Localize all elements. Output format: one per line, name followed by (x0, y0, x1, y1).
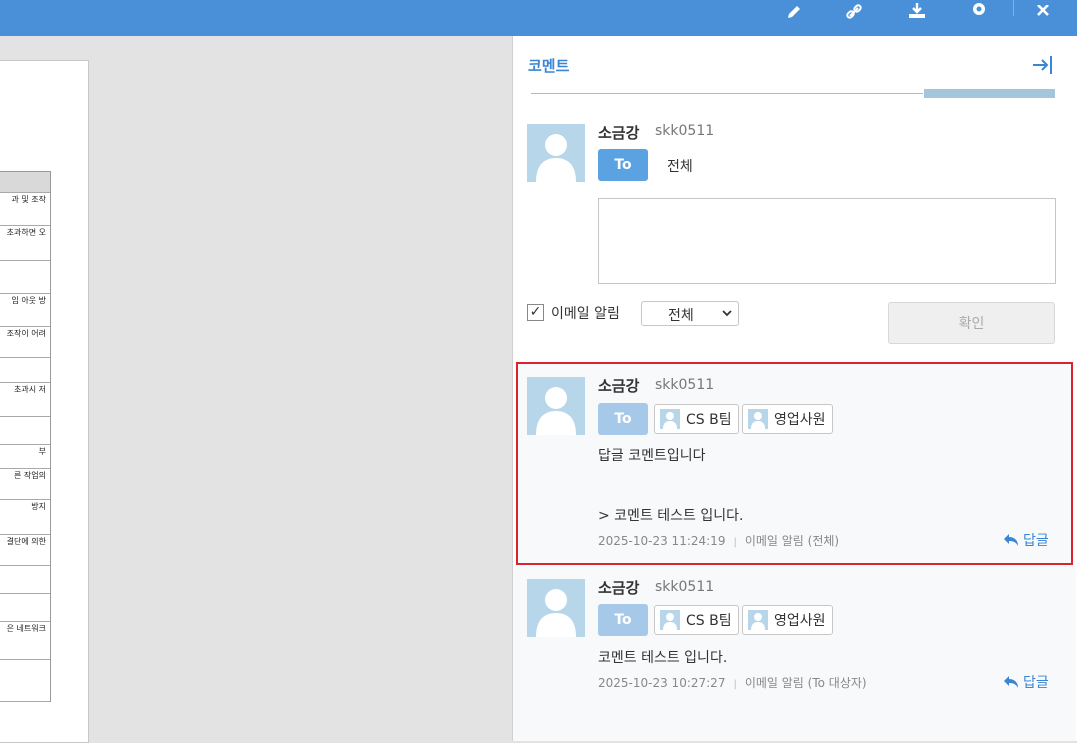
recipient-name: CS B팀 (686, 412, 732, 428)
table-row (0, 417, 50, 445)
settings-icon[interactable] (961, 0, 997, 24)
close-icon[interactable] (1025, 0, 1061, 24)
confirm-button[interactable]: 확인 (888, 302, 1055, 344)
email-target-value: 전체 (668, 308, 694, 324)
document-preview: 과 및 조작 초과하면 오 임 아웃 방 조작이 어려 초과시 저 부 른 작업… (0, 36, 512, 743)
pencil-icon[interactable] (776, 0, 812, 24)
chevron-down-icon (722, 310, 732, 317)
recipient-chip[interactable]: CS B팀 (654, 605, 739, 635)
user-icon (748, 610, 768, 630)
recipient-chip[interactable]: CS B팀 (654, 404, 739, 434)
table-row: 른 작업의 (0, 469, 50, 500)
reply-button[interactable]: 답글 (1003, 672, 1049, 692)
document-table: 과 및 조작 초과하면 오 임 아웃 방 조작이 어려 초과시 저 부 른 작업… (0, 171, 51, 702)
timestamp: 2025-10-23 10:27:27 (598, 676, 726, 690)
collapse-panel-icon[interactable] (1031, 54, 1055, 76)
table-row (0, 171, 50, 193)
reply-icon (1004, 676, 1018, 688)
email-notify-checkbox[interactable]: ✓ (527, 304, 544, 321)
table-row (0, 261, 50, 294)
recipient-name: 영업사원 (774, 412, 826, 428)
table-row (0, 660, 50, 702)
table-row: 방지 (0, 500, 50, 535)
quoted-text: > 코멘트 테스트 입니다. (598, 508, 744, 524)
recipient-name: 영업사원 (774, 613, 826, 629)
reply-label: 답글 (1023, 533, 1049, 549)
recipient-chip[interactable]: 영업사원 (742, 605, 833, 635)
comment-meta: 2025-10-23 10:27:27 | 이메일 알림 (To 대상자) (598, 676, 867, 690)
email-info: 이메일 알림 (To 대상자) (744, 676, 867, 690)
composer-user-id: skk0511 (655, 123, 715, 139)
table-row (0, 358, 50, 383)
comment-user-id: skk0511 (655, 579, 715, 595)
table-row: 과 및 조작 (0, 193, 50, 226)
to-target[interactable]: 전체 (667, 156, 693, 176)
table-row: 초과하면 오 (0, 226, 50, 261)
to-badge[interactable]: To (598, 149, 648, 181)
timestamp: 2025-10-23 11:24:19 (598, 534, 726, 548)
avatar (527, 124, 585, 182)
recipient-chip[interactable]: 영업사원 (742, 404, 833, 434)
to-badge: To (598, 403, 648, 435)
table-row (0, 594, 50, 622)
table-row: 부 (0, 445, 50, 469)
table-row: 초과시 저 (0, 383, 50, 417)
top-toolbar (0, 0, 1077, 36)
table-row: 결단에 의한 (0, 535, 50, 566)
comment-author: 소금강 (598, 579, 640, 597)
comment-author: 소금강 (598, 377, 640, 395)
table-row: 은 네트워크 (0, 622, 50, 660)
comment-item: 소금강 skk0511 To CS B팀 영업사원 코멘트 테스트 입니다. 2… (513, 566, 1076, 741)
comment-item: 소금강 skk0511 To CS B팀 영업사원 답글 코멘트입니다 > 코멘… (516, 362, 1073, 565)
table-row: 조작이 어려 (0, 327, 50, 358)
reply-label: 답글 (1023, 675, 1049, 691)
composer-author: 소금강 (598, 124, 640, 142)
comment-text: 코멘트 테스트 입니다. (598, 650, 728, 666)
user-icon (748, 409, 768, 429)
title-underline (531, 93, 923, 94)
user-icon (660, 409, 680, 429)
toolbar-separator (1013, 0, 1014, 16)
download-icon[interactable] (899, 0, 935, 24)
document-page: 과 및 조작 초과하면 오 임 아웃 방 조작이 어려 초과시 저 부 른 작업… (0, 60, 89, 743)
to-badge: To (598, 604, 648, 636)
title-accent-bar (924, 89, 1055, 98)
email-notify-label: 이메일 알림 (551, 306, 620, 322)
comment-text: 답글 코멘트입니다 (598, 448, 706, 464)
avatar (527, 579, 585, 637)
link-icon[interactable] (836, 0, 872, 24)
table-row: 임 아웃 방 (0, 294, 50, 327)
recipient-name: CS B팀 (686, 613, 732, 629)
email-target-select[interactable]: 전체 (641, 301, 739, 326)
comment-input[interactable] (598, 198, 1056, 284)
reply-icon (1004, 534, 1018, 546)
comment-panel: 코멘트 소금강 skk0511 To 전체 ✓ 이메일 알림 전체 확인 소금강… (512, 36, 1077, 741)
email-info: 이메일 알림 (전체) (744, 534, 840, 548)
panel-title: 코멘트 (528, 57, 570, 75)
avatar (527, 377, 585, 435)
user-icon (660, 610, 680, 630)
table-row (0, 566, 50, 594)
comment-meta: 2025-10-23 11:24:19 | 이메일 알림 (전체) (598, 534, 840, 548)
comment-user-id: skk0511 (655, 377, 715, 393)
reply-button[interactable]: 답글 (1003, 530, 1049, 550)
